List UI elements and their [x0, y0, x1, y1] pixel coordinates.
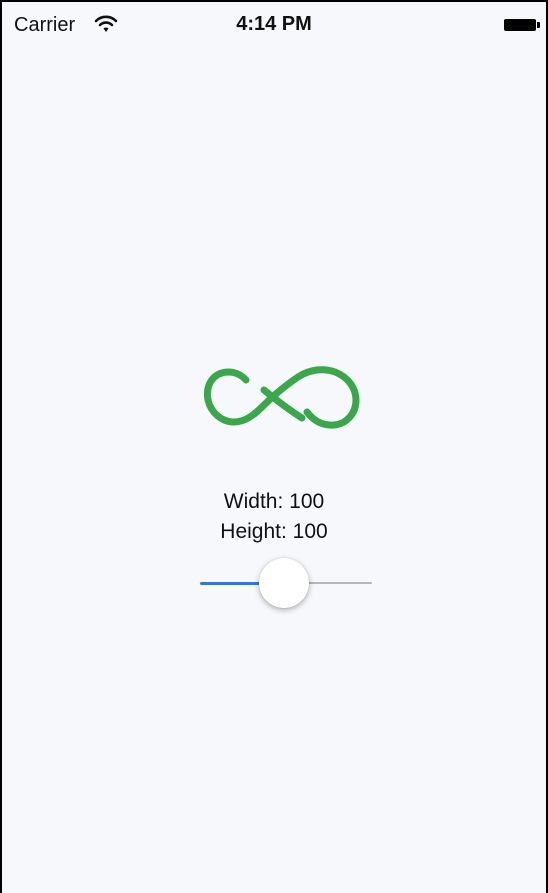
width-label: Width: 100 — [223, 490, 325, 513]
app-screen: Carrier 4:14 PM Width: 100 Height: 100 — [0, 0, 548, 893]
status-time: 4:14 PM — [236, 13, 312, 35]
infinity-icon — [202, 366, 364, 434]
slider-thumb[interactable] — [259, 558, 309, 608]
status-bar: Carrier 4:14 PM — [2, 2, 546, 48]
size-slider[interactable] — [200, 558, 372, 610]
battery-icon — [504, 19, 540, 31]
height-label: Height: 100 — [220, 520, 328, 543]
